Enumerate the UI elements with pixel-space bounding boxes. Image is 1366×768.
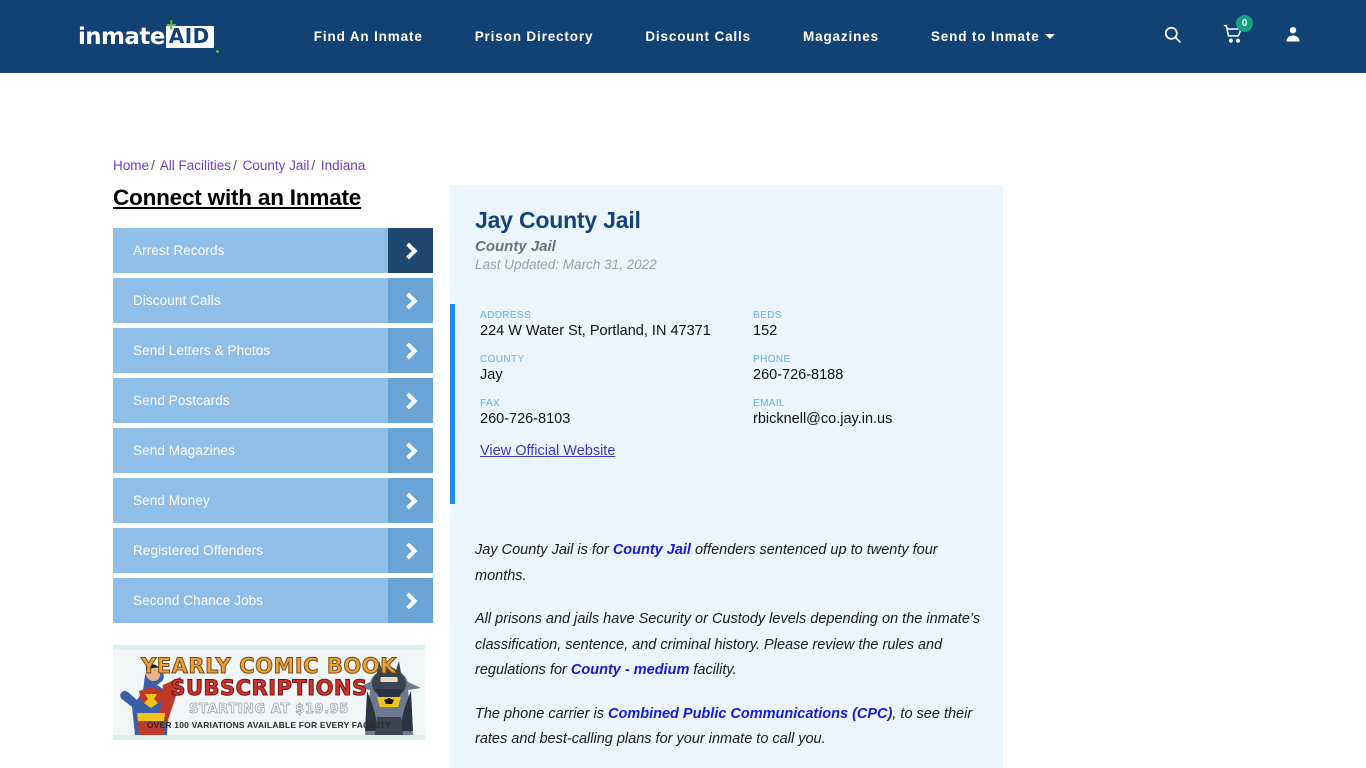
fact-fax: FAX 260-726-8103 xyxy=(480,398,753,429)
facility-facts-panel: ADDRESS 224 W Water St, Portland, IN 473… xyxy=(450,304,1003,504)
logo-plus-icon: + xyxy=(166,14,177,35)
facility-type: County Jail xyxy=(475,238,556,255)
desc-text: Jay County Jail is for xyxy=(475,542,613,558)
fact-email: EMAIL rbicknell@co.jay.in.us xyxy=(753,398,1003,429)
sidebar: Connect with an Inmate Arrest Records Di… xyxy=(113,185,433,628)
nav-item-send-to-inmate[interactable]: Send to Inmate xyxy=(931,29,1055,44)
nav-item-discount-calls[interactable]: Discount Calls xyxy=(645,29,751,44)
page-title: Jay County Jail xyxy=(475,207,641,233)
chevron-right-icon xyxy=(388,378,433,423)
desc-highlight-phone-carrier: Combined Public Communications (CPC) xyxy=(607,705,893,722)
nav-label: Find An Inmate xyxy=(313,29,423,44)
facility-description: Jay County Jail is for County Jail offen… xyxy=(450,538,1003,768)
sidebar-item-label: Second Chance Jobs xyxy=(133,593,264,608)
advertisement-banner[interactable]: YEARLY COMIC BOOK SUBSCRIPTIONS STARTING… xyxy=(113,645,425,740)
breadcrumb-separator: / xyxy=(233,158,237,173)
breadcrumb-separator: / xyxy=(311,158,316,173)
sidebar-item-label: Discount Calls xyxy=(133,293,221,308)
chevron-right-icon xyxy=(388,228,433,273)
sidebar-item-label: Send Postcards xyxy=(133,393,230,408)
breadcrumb-item-county-jail[interactable]: County Jail xyxy=(243,158,310,173)
sidebar-item-registered-offenders[interactable]: Registered Offenders xyxy=(113,528,433,573)
sidebar-item-label: Arrest Records xyxy=(133,243,225,258)
site-logo[interactable]: inmate AID + xyxy=(78,14,219,57)
last-updated-text: Last Updated: March 31, 2022 xyxy=(475,257,657,272)
nav-label: Discount Calls xyxy=(645,29,751,44)
desc-highlight-security-level: County - medium xyxy=(570,662,690,678)
nav-item-find-an-inmate[interactable]: Find An Inmate xyxy=(314,29,423,44)
facility-detail-card: Jay County Jail County Jail Last Updated… xyxy=(450,185,1003,768)
view-official-website-link[interactable]: View Official Website xyxy=(480,443,615,459)
description-paragraph-3: The phone carrier is Combined Public Com… xyxy=(475,702,983,753)
sidebar-item-label: Send Magazines xyxy=(133,443,235,458)
sidebar-heading: Connect with an Inmate xyxy=(113,185,362,210)
chevron-right-icon xyxy=(388,278,433,323)
fact-value: 260-726-8103 xyxy=(480,411,571,427)
fact-value: Jay xyxy=(480,367,503,383)
fact-value: 260-726-8188 xyxy=(753,367,844,383)
fact-value: rbicknell@co.jay.in.us xyxy=(753,411,893,427)
chevron-right-icon xyxy=(388,578,433,623)
header-icon-group: 0 xyxy=(1123,0,1302,73)
description-paragraph-2: All prisons and jails have Security or C… xyxy=(475,607,983,684)
fact-phone: PHONE 260-726-8188 xyxy=(753,354,1003,385)
sidebar-item-send-letters-photos[interactable]: Send Letters & Photos xyxy=(113,328,433,373)
cart-count-badge: 0 xyxy=(1236,15,1253,32)
desc-highlight-county-jail: County Jail xyxy=(612,542,691,558)
user-icon[interactable] xyxy=(1284,24,1302,49)
sidebar-item-discount-calls[interactable]: Discount Calls xyxy=(113,278,433,323)
chevron-right-icon xyxy=(388,428,433,473)
sidebar-item-send-money[interactable]: Send Money xyxy=(113,478,433,523)
ad-line-3: STARTING AT $19.95 xyxy=(189,701,349,717)
fact-label: ADDRESS xyxy=(480,310,532,321)
ad-inner: YEARLY COMIC BOOK SUBSCRIPTIONS STARTING… xyxy=(113,650,425,735)
breadcrumb-item-all-facilities[interactable]: All Facilities xyxy=(160,158,231,173)
sidebar-item-send-magazines[interactable]: Send Magazines xyxy=(113,428,433,473)
logo-word-inmate: inmate xyxy=(78,23,165,50)
sidebar-item-label: Send Money xyxy=(133,493,210,508)
fact-label: COUNTY xyxy=(480,354,525,365)
breadcrumb: Home / All Facilities / County Jail / India… xyxy=(113,158,365,173)
desc-text: The phone carrier is xyxy=(475,705,608,722)
ad-line-1: YEARLY COMIC BOOK xyxy=(141,653,397,678)
nav-label: Send to Inmate xyxy=(930,29,1040,44)
main-navigation: Find An Inmate Prison Directory Discount… xyxy=(314,29,1055,44)
sidebar-item-label: Registered Offenders xyxy=(133,543,264,558)
logo-dot-icon xyxy=(215,49,219,53)
cart-icon[interactable]: 0 xyxy=(1222,15,1253,49)
fact-value: 152 xyxy=(753,323,778,339)
ad-line-4: OVER 100 VARIATIONS AVAILABLE FOR EVERY … xyxy=(146,719,392,730)
facility-facts-grid: ADDRESS 224 W Water St, Portland, IN 473… xyxy=(480,310,1003,429)
breadcrumb-item-indiana[interactable]: Indiana xyxy=(321,158,365,173)
fact-label: PHONE xyxy=(753,354,791,365)
sidebar-item-arrest-records[interactable]: Arrest Records xyxy=(113,228,433,273)
ad-text-block: YEARLY COMIC BOOK SUBSCRIPTIONS STARTING… xyxy=(113,653,425,730)
fact-label: FAX xyxy=(480,398,501,409)
nav-item-prison-directory[interactable]: Prison Directory xyxy=(475,29,594,44)
sidebar-item-label: Send Letters & Photos xyxy=(133,343,271,358)
fact-address: ADDRESS 224 W Water St, Portland, IN 473… xyxy=(480,310,753,341)
nav-item-magazines[interactable]: Magazines xyxy=(803,29,879,44)
nav-label: Magazines xyxy=(803,29,879,44)
site-header: inmate AID + Find An Inmate Prison Direc… xyxy=(0,0,1366,73)
fact-label: EMAIL xyxy=(753,398,786,409)
search-icon[interactable] xyxy=(1163,25,1182,49)
fact-label: BEDS xyxy=(753,310,782,321)
ad-line-2: SUBSCRIPTIONS xyxy=(170,675,368,700)
breadcrumb-separator: / xyxy=(151,158,155,173)
chevron-down-icon xyxy=(1044,34,1055,39)
chevron-right-icon xyxy=(388,528,433,573)
description-paragraph-1: Jay County Jail is for County Jail offen… xyxy=(475,538,983,589)
chevron-right-icon xyxy=(388,328,433,373)
sidebar-item-send-postcards[interactable]: Send Postcards xyxy=(113,378,433,423)
desc-text: facility. xyxy=(689,662,737,678)
sidebar-item-second-chance-jobs[interactable]: Second Chance Jobs xyxy=(113,578,433,623)
fact-county: COUNTY Jay xyxy=(480,354,753,385)
fact-beds: BEDS 152 xyxy=(753,310,1003,341)
fact-value: 224 W Water St, Portland, IN 47371 xyxy=(480,323,711,339)
chevron-right-icon xyxy=(388,478,433,523)
nav-label: Prison Directory xyxy=(474,29,594,44)
breadcrumb-item-home[interactable]: Home xyxy=(113,158,149,173)
